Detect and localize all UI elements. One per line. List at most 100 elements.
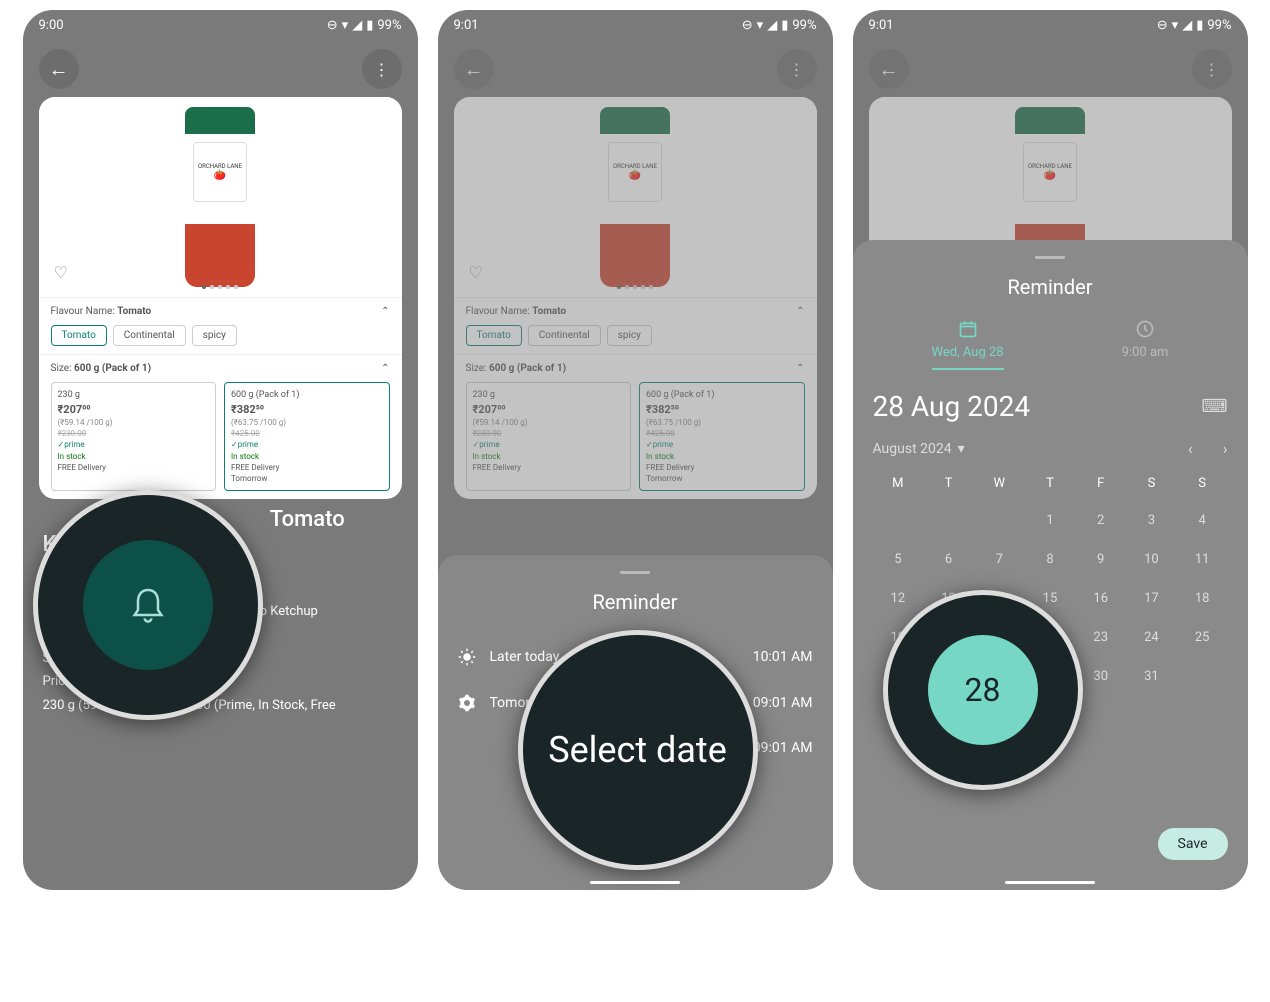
nav-handle[interactable] xyxy=(1005,881,1095,884)
flavor-section: Flavour Name: Tomato ⌃ Tomato Continenta… xyxy=(39,297,402,354)
selected-day-28[interactable]: 28 xyxy=(928,635,1038,745)
top-bar: ← ⋮ xyxy=(23,41,418,97)
status-bar: 9:01 ⊖ ▾ ◢ ▮ 99% xyxy=(438,10,833,41)
brightness-icon xyxy=(458,648,476,666)
battery-percent: 99% xyxy=(1207,18,1231,33)
size-weight: 600 g (Pack of 1) xyxy=(231,389,383,402)
option-time: 10:01 AM xyxy=(753,649,813,665)
back-button[interactable]: ← xyxy=(454,49,494,89)
cal-day[interactable]: 4 xyxy=(1177,505,1228,536)
zoom-bell-button xyxy=(33,490,263,720)
next-month-button[interactable]: › xyxy=(1223,439,1228,458)
carousel-dots xyxy=(202,285,238,289)
sheet-handle[interactable] xyxy=(620,571,650,574)
flavor-label: Flavour Name: xyxy=(51,306,115,317)
status-time: 9:01 xyxy=(869,18,894,33)
size-mrp: ₹425.00 xyxy=(231,428,383,439)
dropdown-icon: ▾ xyxy=(958,441,965,457)
selected-date-display: 28 Aug 2024 ⌨ xyxy=(873,390,1228,423)
keyboard-icon[interactable]: ⌨ xyxy=(1202,396,1228,417)
flavor-chip-tomato[interactable]: Tomato xyxy=(51,325,107,346)
cal-header: S xyxy=(1126,470,1177,497)
cal-day[interactable] xyxy=(1177,661,1228,692)
clock-icon xyxy=(1135,319,1155,339)
cal-day[interactable]: 10 xyxy=(1126,544,1177,575)
status-time: 9:01 xyxy=(454,18,479,33)
cal-day[interactable] xyxy=(873,505,924,536)
gear-icon xyxy=(458,694,476,712)
cal-day[interactable]: 31 xyxy=(1126,661,1177,692)
back-button[interactable]: ← xyxy=(869,49,909,89)
selected-day-text: 28 xyxy=(965,671,1001,709)
cal-day[interactable]: 16 xyxy=(1075,583,1126,614)
more-button[interactable]: ⋮ xyxy=(777,49,817,89)
tab-date[interactable]: Wed, Aug 28 xyxy=(932,319,1004,370)
size-delivery: FREE Delivery xyxy=(58,462,210,473)
product-card-dimmed: ORCHARD LANE🍅 ♡ Flavour Name: Tomato⌃ To… xyxy=(454,97,817,499)
size-prime: ✓prime xyxy=(58,439,210,450)
wifi-icon: ▾ xyxy=(1172,18,1179,33)
save-button[interactable]: Save xyxy=(1158,828,1228,860)
prev-month-button[interactable]: ‹ xyxy=(1188,439,1193,458)
size-selected: 600 g (Pack of 1) xyxy=(74,363,151,374)
cal-day[interactable] xyxy=(974,505,1025,536)
cal-day[interactable]: 11 xyxy=(1177,544,1228,575)
size-option-600g[interactable]: 600 g (Pack of 1) ₹382⁵⁰ (₹63.75 /100 g)… xyxy=(224,382,390,491)
flavor-chip-continental[interactable]: Continental xyxy=(113,325,186,346)
signal-icon: ◢ xyxy=(352,18,362,33)
cal-day[interactable]: 9 xyxy=(1075,544,1126,575)
size-unit-price: (₹63.75 /100 g) xyxy=(231,417,383,428)
sheet-title: Reminder xyxy=(873,275,1228,299)
cal-day[interactable]: 17 xyxy=(1126,583,1177,614)
top-bar: ← ⋮ xyxy=(853,41,1248,97)
size-mrp: ₹230.00 xyxy=(58,428,210,439)
cal-day[interactable]: 18 xyxy=(1177,583,1228,614)
chevron-up-icon[interactable]: ⌃ xyxy=(381,306,389,317)
cal-day[interactable]: 30 xyxy=(1075,661,1126,692)
zoom-select-date: Select date xyxy=(518,630,758,870)
size-delivery: FREE Delivery xyxy=(231,462,383,473)
cal-day[interactable]: 7 xyxy=(974,544,1025,575)
cal-day[interactable]: 1 xyxy=(1025,505,1076,536)
tab-time-label: 9:00 am xyxy=(1122,345,1169,360)
size-label: Size: xyxy=(51,363,72,374)
more-button[interactable]: ⋮ xyxy=(362,49,402,89)
cal-day[interactable]: 3 xyxy=(1126,505,1177,536)
wifi-icon: ▾ xyxy=(757,18,764,33)
product-image-area[interactable]: ORCHARD LANE 🍅 ♡ xyxy=(39,97,402,297)
cal-day[interactable]: 12 xyxy=(873,583,924,614)
month-dropdown[interactable]: August 2024 ▾ xyxy=(873,441,965,457)
cal-day[interactable]: 5 xyxy=(873,544,924,575)
cal-day[interactable]: 24 xyxy=(1126,622,1177,653)
cal-header: W xyxy=(974,470,1025,497)
reminder-bell-button[interactable] xyxy=(83,540,213,670)
status-bar: 9:01 ⊖ ▾ ◢ ▮ 99% xyxy=(853,10,1248,41)
cal-day[interactable] xyxy=(923,505,974,536)
signal-icon: ◢ xyxy=(1182,18,1192,33)
nav-handle[interactable] xyxy=(590,881,680,884)
cal-header: S xyxy=(1177,470,1228,497)
bell-icon xyxy=(128,585,168,625)
back-button[interactable]: ← xyxy=(39,49,79,89)
more-button[interactable]: ⋮ xyxy=(1192,49,1232,89)
chevron-up-icon[interactable]: ⌃ xyxy=(381,363,389,374)
status-right: ⊖ ▾ ◢ ▮ 99% xyxy=(327,18,402,33)
cal-day[interactable]: 23 xyxy=(1075,622,1126,653)
month-label: August 2024 xyxy=(873,441,952,457)
top-bar: ← ⋮ xyxy=(438,41,833,97)
bottle-label: ORCHARD LANE 🍅 xyxy=(193,142,247,202)
phone-screen-3: 9:01 ⊖ ▾ ◢ ▮ 99% ← ⋮ ORCHARD LANE🍅 Remin… xyxy=(853,10,1248,890)
zoom-selected-day: 28 xyxy=(883,590,1083,790)
flavor-chip-spicy[interactable]: spicy xyxy=(192,325,237,346)
tab-time[interactable]: 9:00 am xyxy=(1122,319,1169,370)
cal-day[interactable]: 2 xyxy=(1075,505,1126,536)
cal-day[interactable]: 25 xyxy=(1177,622,1228,653)
favorite-icon[interactable]: ♡ xyxy=(54,263,68,282)
cal-day[interactable]: 8 xyxy=(1025,544,1076,575)
size-option-230g[interactable]: 230 g ₹207⁰⁰ (₹59.14 /100 g) ₹230.00 ✓pr… xyxy=(51,382,217,491)
select-date-option[interactable]: Select date xyxy=(548,729,727,771)
product-card: ORCHARD LANE 🍅 ♡ Flavour Name: Tomato ⌃ … xyxy=(39,97,402,499)
sheet-handle[interactable] xyxy=(1035,256,1065,259)
cal-day[interactable]: 6 xyxy=(923,544,974,575)
battery-icon: ▮ xyxy=(781,18,788,33)
